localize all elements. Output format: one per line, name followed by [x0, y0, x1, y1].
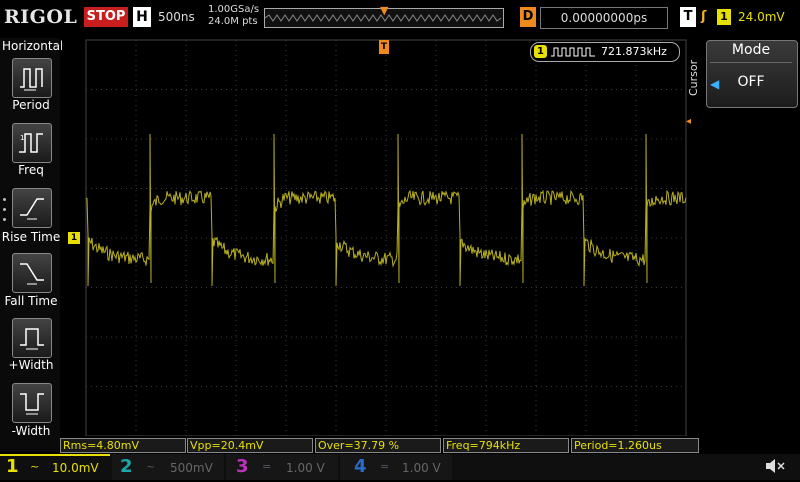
trigger-source[interactable]: 1 — [717, 9, 731, 25]
cursor-menu-label: Cursor — [687, 59, 700, 96]
horizontal-label[interactable]: H — [133, 7, 151, 27]
timebase-value[interactable]: 500ns — [158, 10, 195, 24]
ch3-number: 3 — [236, 456, 249, 477]
waveform-display[interactable] — [62, 38, 700, 437]
negative-width-button[interactable] — [12, 383, 52, 423]
negative-width-icon — [20, 393, 44, 415]
ch2-number: 2 — [120, 456, 133, 477]
rise-time-button[interactable] — [12, 188, 52, 228]
period-label: Period — [12, 98, 50, 112]
cursor-mode-value: OFF — [737, 74, 765, 90]
delay-label[interactable]: D — [520, 7, 536, 27]
frequency-label: Freq — [18, 163, 44, 177]
page-dot — [3, 198, 6, 201]
ch2-scale: 500mV — [170, 461, 213, 475]
ch4-number: 4 — [354, 456, 367, 477]
positive-width-icon — [20, 328, 44, 350]
sample-rate: 1.00GSa/s — [208, 4, 260, 15]
trigger-level-marker[interactable]: ◂ — [686, 116, 691, 127]
ch3-scale: 1.00 V — [286, 461, 325, 475]
run-stop-status[interactable]: STOP — [84, 7, 128, 27]
page-dot — [3, 218, 6, 221]
period-icon — [20, 68, 43, 91]
counter-channel: 1 — [534, 45, 547, 58]
fall-time-icon — [20, 263, 44, 285]
brand-logo: RIGOL — [4, 6, 78, 28]
positive-width-button[interactable] — [12, 318, 52, 358]
measurement-period[interactable]: Period=1.260us — [571, 438, 699, 453]
ch1-coupling-icon: ~ — [30, 460, 40, 473]
waveform-grid — [62, 38, 700, 437]
ch3-coupling-icon: = — [262, 460, 272, 473]
frequency-button[interactable]: 1 — [12, 123, 52, 163]
trigger-level[interactable]: 24.0mV — [738, 10, 785, 24]
frequency-counter[interactable]: 1 721.873kHz — [530, 42, 680, 62]
ch2-coupling-icon: ~ — [146, 460, 156, 473]
measurement-vpp[interactable]: Vpp=20.4mV — [187, 438, 313, 453]
ch4-scale: 1.00 V — [402, 461, 441, 475]
page-dot — [3, 208, 6, 211]
pulse-train-icon — [551, 47, 595, 57]
ch1-ground-marker[interactable]: 1 — [68, 232, 80, 244]
speaker-mute-icon[interactable] — [764, 456, 786, 476]
ch1-scale: 10.0mV — [52, 461, 99, 475]
counter-value: 721.873kHz — [601, 45, 667, 58]
frequency-icon: 1 — [19, 133, 43, 153]
delay-value[interactable]: 0.00000000ps — [540, 7, 668, 29]
mode-divider — [710, 62, 792, 63]
ch4-coupling-icon: = — [380, 460, 390, 473]
negative-width-label: -Width — [11, 424, 51, 438]
fall-time-button[interactable] — [12, 253, 52, 293]
positive-width-label: +Width — [8, 358, 54, 372]
trigger-time-marker[interactable]: T — [379, 40, 389, 54]
left-menu-title: Horizontal — [2, 39, 64, 53]
rise-time-icon — [20, 198, 44, 220]
trigger-label[interactable]: T — [680, 7, 696, 27]
rising-edge-icon: ʃ — [701, 9, 707, 24]
trigger-position-marker: ▼ — [380, 4, 389, 17]
fall-time-label: Fall Time — [4, 294, 58, 308]
memory-depth: 24.0M pts — [208, 16, 258, 27]
period-button[interactable] — [12, 58, 52, 98]
measurement-rms[interactable]: Rms=4.80mV — [60, 438, 186, 453]
acquisition-info: 1.00GSa/s 24.0M pts — [208, 4, 259, 28]
svg-text:1: 1 — [20, 134, 24, 142]
cursor-mode-title: Mode — [731, 42, 771, 58]
rise-time-label: Rise Time — [1, 230, 61, 244]
ch1-number: 1 — [6, 456, 19, 477]
measurement-frequency[interactable]: Freq=794kHz — [443, 438, 569, 453]
measurement-overshoot[interactable]: Over=37.79 % — [315, 438, 441, 453]
